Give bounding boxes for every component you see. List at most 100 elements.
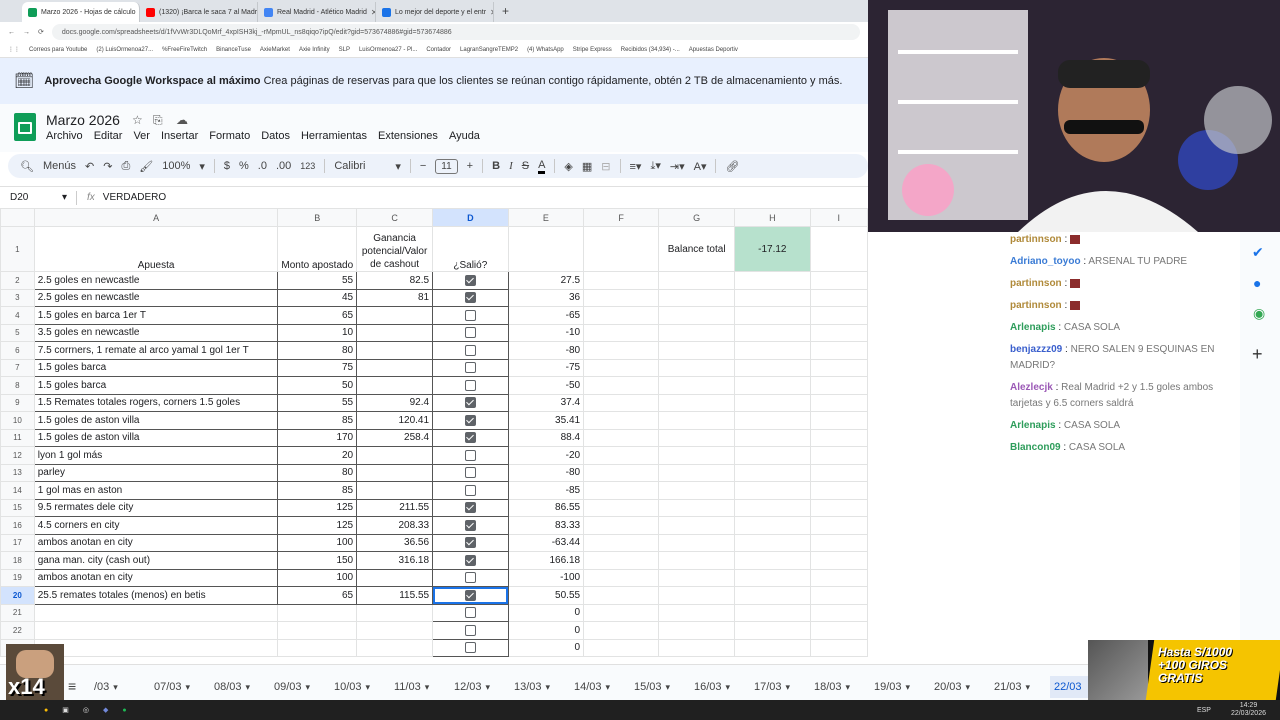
cell-apuesta[interactable]: 1.5 Remates totales rogers, corners 1.5 … (33, 393, 279, 412)
cell-ganancia[interactable] (356, 376, 434, 395)
cell-apuesta[interactable] (33, 621, 279, 640)
cell-ganancia[interactable] (356, 568, 434, 587)
cell[interactable] (809, 533, 868, 552)
cell[interactable] (809, 393, 868, 412)
cell[interactable] (507, 226, 585, 272)
cell[interactable] (809, 341, 868, 360)
cell-ganancia[interactable]: 120.41 (356, 411, 434, 430)
cell[interactable] (734, 638, 811, 657)
cell-salio[interactable] (432, 603, 509, 622)
cell[interactable] (734, 323, 811, 342)
checkbox[interactable] (464, 414, 476, 426)
sheet-tab[interactable]: 11/03 ▾ (390, 681, 450, 693)
cell-ganancia[interactable] (356, 638, 434, 657)
cell-apuesta[interactable]: 1.5 goles de aston villa (33, 428, 279, 447)
select-all-corner[interactable] (0, 208, 35, 227)
discord-icon[interactable]: ◆ (103, 706, 108, 714)
decrease-font-size-button[interactable]: − (420, 160, 426, 172)
cell[interactable] (809, 376, 868, 395)
row-header[interactable]: 21 (0, 603, 35, 622)
bookmark-item[interactable]: (4) WhatsApp (527, 47, 564, 53)
increase-font-size-button[interactable]: + (467, 160, 473, 172)
cell-balance[interactable]: -80 (507, 463, 585, 482)
menu-item[interactable]: Datos (261, 130, 290, 142)
cell-monto[interactable]: 50 (277, 376, 358, 395)
cell[interactable] (658, 341, 736, 360)
forward-icon[interactable]: → (23, 29, 30, 36)
cell-apuesta[interactable]: 25.5 remates totales (menos) en betis (33, 586, 279, 605)
sheet-tab[interactable]: 15/03 ▾ (630, 681, 690, 693)
cell[interactable] (734, 463, 811, 482)
chevron-down-icon[interactable]: ▾ (113, 682, 118, 693)
chevron-down-icon[interactable]: ▾ (62, 192, 76, 203)
cell[interactable] (583, 551, 660, 570)
sheet-tab[interactable]: 09/03 ▾ (270, 681, 330, 693)
borders-icon[interactable]: ▦ (582, 160, 592, 173)
checkbox[interactable] (464, 502, 476, 514)
cell-salio[interactable] (432, 358, 509, 377)
cell-salio[interactable] (432, 533, 509, 552)
cell[interactable] (734, 481, 811, 500)
cell-monto[interactable]: 85 (277, 411, 358, 430)
cell[interactable] (734, 498, 811, 517)
cell-balance[interactable]: -75 (507, 358, 585, 377)
column-header[interactable]: E (507, 208, 585, 227)
chevron-down-icon[interactable]: ▾ (546, 682, 551, 693)
header-monto[interactable]: Monto apostado (277, 226, 358, 272)
checkbox[interactable] (464, 309, 476, 321)
bookmark-item[interactable]: LuisOrmenoa27 - Pl... (359, 47, 417, 53)
chevron-down-icon[interactable]: ▾ (966, 682, 971, 693)
cell[interactable] (809, 288, 868, 307)
cell[interactable] (734, 446, 811, 465)
cell[interactable] (583, 603, 660, 622)
cell-apuesta[interactable]: parley (33, 463, 279, 482)
name-box[interactable]: D20 (0, 192, 62, 203)
clock[interactable]: 14:29 22/03/2026 (1231, 702, 1266, 718)
cell-monto[interactable]: 80 (277, 463, 358, 482)
cell[interactable] (583, 288, 660, 307)
row-header[interactable]: 15 (0, 498, 35, 517)
cell-apuesta[interactable]: gana man. city (cash out) (33, 551, 279, 570)
cell[interactable] (658, 323, 736, 342)
cell-balance[interactable]: -63.44 (507, 533, 585, 552)
cell-ganancia[interactable] (356, 341, 434, 360)
cell-monto[interactable]: 125 (277, 498, 358, 517)
chat-username[interactable]: Arlenapis (1010, 420, 1056, 431)
zoom-select[interactable]: 100% (162, 160, 190, 172)
cell[interactable] (583, 463, 660, 482)
cell-apuesta[interactable]: 1.5 goles barca (33, 376, 279, 395)
cell[interactable] (809, 638, 868, 657)
cell[interactable] (583, 226, 660, 272)
cell[interactable] (583, 481, 660, 500)
sheet-tab[interactable]: 12/03 ▾ (450, 681, 510, 693)
cell[interactable] (809, 428, 868, 447)
cell[interactable] (658, 586, 736, 605)
header-apuesta[interactable]: Apuesta (33, 226, 279, 272)
cell-ganancia[interactable]: 208.33 (356, 516, 434, 535)
cell[interactable] (809, 358, 868, 377)
undo-icon[interactable]: ↶ (85, 160, 94, 173)
column-header[interactable]: I (809, 208, 868, 227)
percent-button[interactable]: % (239, 160, 249, 172)
bookmark-item[interactable]: SLP (339, 47, 350, 53)
cell-salio[interactable] (432, 586, 509, 605)
cell[interactable] (734, 568, 811, 587)
cell[interactable] (583, 498, 660, 517)
cell[interactable] (658, 411, 736, 430)
cell-monto[interactable]: 85 (277, 481, 358, 500)
cell-apuesta[interactable]: 7.5 corrners, 1 remate al arco yamal 1 g… (33, 341, 279, 360)
cell-balance[interactable]: -10 (507, 323, 585, 342)
spotify-icon[interactable]: ● (122, 707, 126, 714)
cell[interactable] (658, 376, 736, 395)
cell-apuesta[interactable]: ambos anotan en city (33, 533, 279, 552)
cell-balance[interactable]: -65 (507, 306, 585, 325)
cell[interactable] (583, 271, 660, 290)
chat-username[interactable]: partinnson (1010, 300, 1062, 311)
cell[interactable] (734, 271, 811, 290)
checkbox[interactable] (464, 362, 476, 374)
number-format-button[interactable]: 123 (300, 161, 315, 171)
cell-balance[interactable]: 35.41 (507, 411, 585, 430)
row-header[interactable]: 17 (0, 533, 35, 552)
link-icon[interactable]: 🔗︎ (725, 160, 739, 173)
cell-salio[interactable] (432, 288, 509, 307)
